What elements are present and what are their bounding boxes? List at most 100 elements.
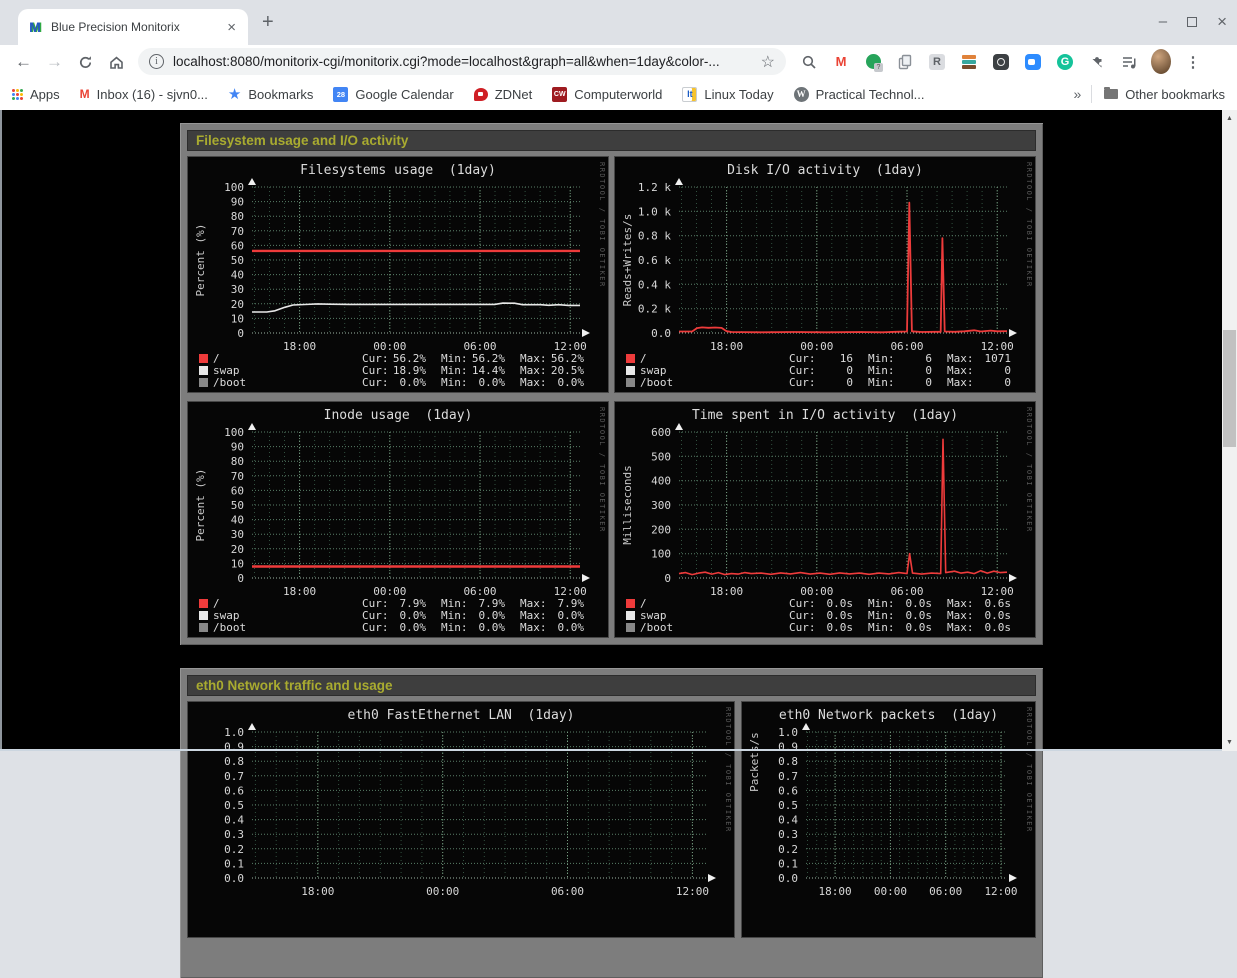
svg-text:18:00: 18:00	[301, 885, 334, 898]
scrollbar[interactable]: ▲ ▼	[1222, 110, 1237, 751]
new-tab-button[interactable]: +	[262, 11, 274, 34]
wordpress-icon: W	[794, 87, 809, 102]
bookmark-star-icon[interactable]: ☆	[761, 52, 775, 72]
other-bookmarks-label: Other bookmarks	[1125, 87, 1225, 102]
svg-text:0.4 k: 0.4 k	[638, 278, 671, 291]
chart-eth0-traffic[interactable]: 0.00.10.20.30.40.50.60.70.80.91.018:0000…	[187, 701, 735, 938]
chart-grid: 010203040506070809010018:0000:0006:0012:…	[187, 156, 1036, 638]
scrollbar-thumb[interactable]	[1223, 330, 1236, 447]
tab-close-icon[interactable]: ×	[224, 19, 239, 36]
scrollbar-down-icon[interactable]: ▼	[1222, 739, 1237, 746]
bookmark-zdnet[interactable]: ZDNet	[474, 87, 533, 102]
dark-app-extension-icon[interactable]	[991, 52, 1011, 72]
legend-row: swapCur:0.0%Min:0.0%Max:0.0%	[199, 609, 584, 621]
legend-swatch	[199, 378, 208, 387]
bookmark-google-calendar[interactable]: 28 Google Calendar	[333, 87, 453, 102]
calendar-icon: 28	[333, 87, 348, 102]
section-filesystem: Filesystem usage and I/O activity 010203…	[180, 123, 1043, 645]
svg-text:30: 30	[231, 528, 244, 541]
bookmark-inbox[interactable]: M Inbox (16) - sjvn0...	[80, 87, 208, 102]
svg-text:100: 100	[651, 548, 671, 561]
reader-letter: R	[929, 54, 945, 70]
legend-swatch	[626, 378, 635, 387]
svg-text:0.7: 0.7	[778, 770, 798, 783]
scrollbar-up-icon[interactable]: ▲	[1222, 115, 1237, 122]
svg-text:0.0: 0.0	[651, 327, 671, 340]
chart-legend: /Cur:7.9%Min:7.9%Max:7.9%swapCur:0.0%Min…	[199, 597, 584, 633]
voice-extension-icon[interactable]: ?	[863, 52, 883, 72]
other-bookmarks-button[interactable]: Other bookmarks	[1104, 87, 1225, 102]
bookmark-label: Computerworld	[574, 87, 662, 102]
svg-text:06:00: 06:00	[929, 885, 962, 898]
bookmarks-divider	[1091, 85, 1092, 103]
svg-text:20: 20	[231, 543, 244, 556]
profile-avatar[interactable]	[1151, 52, 1171, 72]
svg-text:0: 0	[664, 572, 671, 585]
extensions-puzzle-icon[interactable]	[1087, 52, 1107, 72]
reader-extension-icon[interactable]: R	[927, 52, 947, 72]
svg-text:00:00: 00:00	[874, 885, 907, 898]
svg-text:0.9: 0.9	[778, 741, 798, 754]
legend-max-value: Max:0.0s	[947, 621, 1011, 634]
legend-max-value: Max:0.0%	[520, 376, 584, 389]
chart-y-axis-label: Packets/s	[748, 712, 764, 812]
url-text[interactable]: localhost:8080/monitorix-cgi/monitorix.c…	[173, 54, 755, 69]
bookmarks-overflow-icon[interactable]: »	[1074, 86, 1082, 102]
dark-app-icon	[993, 54, 1009, 70]
zoom-extension-icon[interactable]	[1023, 52, 1043, 72]
address-bar[interactable]: i localhost:8080/monitorix-cgi/monitorix…	[138, 48, 786, 75]
bookmark-computerworld[interactable]: CW Computerworld	[552, 87, 662, 102]
playlist-extension-icon[interactable]	[1119, 52, 1139, 72]
chart-title: Disk I/O activity (1day)	[615, 163, 1035, 178]
bookmark-bookmarks[interactable]: ★ Bookmarks	[228, 85, 313, 103]
svg-text:1.2 k: 1.2 k	[638, 181, 671, 194]
browser-toolbar: ← → i localhost:8080/monitorix-cgi/monit…	[0, 45, 1237, 78]
svg-text:0.1: 0.1	[224, 857, 244, 870]
legend-swatch	[199, 354, 208, 363]
browser-menu-icon[interactable]: ⋮	[1183, 52, 1203, 72]
books-extension-icon[interactable]	[959, 52, 979, 72]
chart-time-spent-io[interactable]: 010020030040050060018:0000:0006:0012:00 …	[614, 401, 1036, 638]
bookmark-practical-technology[interactable]: W Practical Technol...	[794, 87, 925, 102]
chart-inode-usage[interactable]: 010203040506070809010018:0000:0006:0012:…	[187, 401, 609, 638]
chart-filesystems-usage[interactable]: 010203040506070809010018:0000:0006:0012:…	[187, 156, 609, 393]
page-info-icon[interactable]: i	[149, 54, 164, 69]
reload-button[interactable]	[70, 52, 101, 72]
svg-text:60: 60	[231, 484, 244, 497]
legend-swatch	[626, 354, 635, 363]
browser-tab[interactable]: M Blue Precision Monitorix ×	[18, 9, 248, 45]
zdnet-icon	[474, 88, 488, 101]
minimize-button[interactable]: –	[1159, 12, 1167, 32]
bookmark-linux-today[interactable]: lt Linux Today	[682, 87, 773, 102]
svg-text:10: 10	[231, 312, 244, 325]
close-button[interactable]: ×	[1217, 12, 1227, 32]
chart-eth0-packets[interactable]: 0.00.10.20.30.40.50.60.70.80.91.018:0000…	[741, 701, 1036, 938]
svg-text:40: 40	[231, 514, 244, 527]
svg-text:0.4: 0.4	[224, 814, 244, 827]
copy-pages-extension-icon[interactable]	[895, 52, 915, 72]
svg-text:90: 90	[231, 196, 244, 209]
back-button[interactable]: ←	[8, 52, 39, 72]
svg-text:100: 100	[224, 181, 244, 194]
section-title-eth0: eth0 Network traffic and usage	[187, 675, 1036, 696]
svg-text:400: 400	[651, 475, 671, 488]
chart-y-axis-label: Milliseconds	[621, 455, 637, 555]
home-button[interactable]	[101, 52, 132, 72]
svg-text:0.7: 0.7	[224, 770, 244, 783]
search-extension-icon[interactable]	[799, 52, 819, 72]
bookmark-apps[interactable]: Apps	[12, 87, 60, 102]
legend-cur-value: Cur:0	[789, 376, 853, 389]
svg-text:06:00: 06:00	[551, 885, 584, 898]
svg-text:12:00: 12:00	[676, 885, 709, 898]
legend-series-name: /boot	[640, 376, 673, 389]
svg-text:100: 100	[224, 426, 244, 439]
bookmark-label: Practical Technol...	[816, 87, 925, 102]
maximize-button[interactable]	[1187, 17, 1197, 27]
rrdtool-watermark: RRDTOOL / TOBI OETIKER	[598, 407, 606, 533]
url-host: localhost:8080	[173, 54, 260, 69]
grammarly-extension-icon[interactable]: G	[1055, 52, 1075, 72]
gmail-extension-icon[interactable]: M	[831, 52, 851, 72]
chart-disk-io-activity[interactable]: 0.00.2 k0.4 k0.6 k0.8 k1.0 k1.2 k18:0000…	[614, 156, 1036, 393]
url-path: /monitorix-cgi/monitorix.cgi?mode=localh…	[260, 54, 720, 69]
tab-title: Blue Precision Monitorix	[51, 20, 224, 34]
